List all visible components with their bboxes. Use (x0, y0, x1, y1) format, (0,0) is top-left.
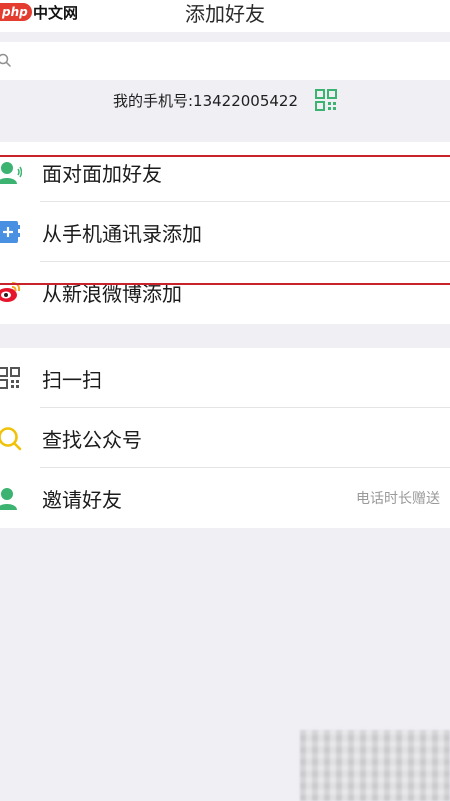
search-official-icon (0, 427, 22, 451)
search-icon (0, 53, 11, 67)
search-official-label: 查找公众号 (42, 427, 142, 452)
scan-row[interactable]: 扫一扫 (0, 348, 450, 408)
face-to-face-label: 面对面加好友 (42, 161, 162, 186)
qr-code-icon[interactable] (315, 89, 338, 111)
annotation-line-top (0, 155, 450, 157)
my-phone-number[interactable]: 我的手机号:13422005422 (0, 86, 450, 114)
search-official-row[interactable]: 查找公众号 (0, 408, 450, 468)
invite-friend-label: 邀请好友 (42, 487, 122, 512)
face-to-face-row[interactable]: 面对面加好友 (0, 142, 450, 202)
invite-friend-icon (0, 488, 17, 510)
contacts-label: 从手机通讯录添加 (42, 221, 202, 246)
phone-number-text: 我的手机号:13422005422 (112, 91, 299, 110)
invite-friend-row[interactable]: 邀请好友 电话时长赠送 (0, 468, 450, 528)
search-bar[interactable] (0, 42, 450, 80)
more-options-group: 扫一扫 查找公众号 邀请好友 电话时长赠送 (0, 348, 450, 528)
blurred-watermark (300, 730, 450, 801)
invite-hint: 电话时长赠送 (356, 491, 440, 507)
add-method-group: 面对面加好友 从手机通讯录添加 从新浪微博添加 (0, 142, 450, 324)
face-to-face-icon (0, 162, 22, 184)
weibo-row[interactable]: 从新浪微博添加 (0, 262, 450, 322)
contacts-book-icon (0, 221, 20, 243)
scan-icon (0, 367, 20, 389)
contacts-row[interactable]: 从手机通讯录添加 (0, 202, 450, 262)
weibo-label: 从新浪微博添加 (42, 281, 182, 306)
page-title: 添加好友 (185, 2, 265, 26)
nav-bar: php 中文网 添加好友 (0, 0, 450, 32)
annotation-line-bottom (0, 283, 450, 285)
scan-label: 扫一扫 (42, 367, 102, 392)
